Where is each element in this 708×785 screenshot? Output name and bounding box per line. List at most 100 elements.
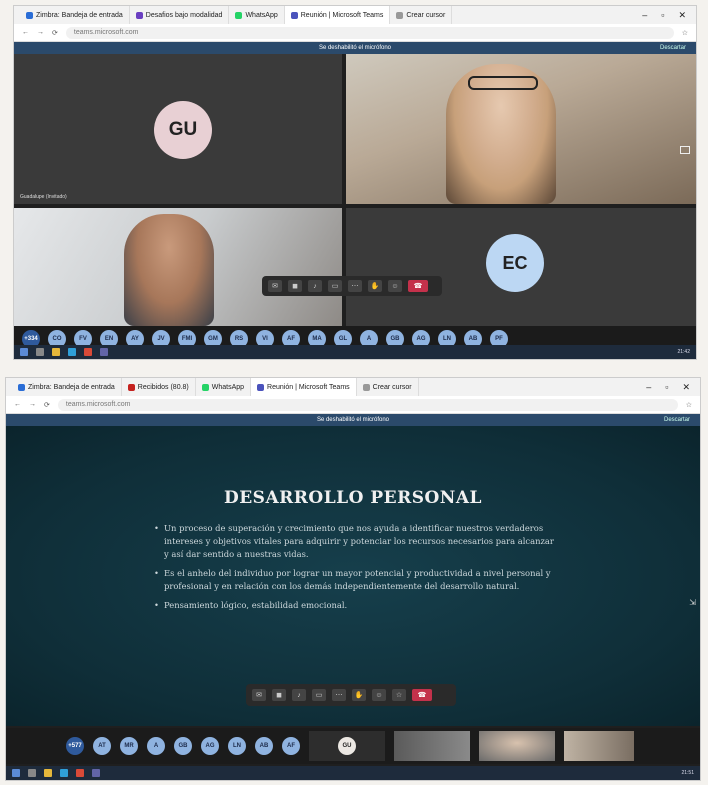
share-icon[interactable]: ▭ — [328, 280, 342, 292]
start-icon[interactable] — [12, 769, 20, 777]
close-icon[interactable]: ✕ — [682, 382, 690, 393]
meeting-toolbar: ✉ ◼ ♪ ▭ ⋯ ✋ ☺ ☎ — [262, 276, 442, 296]
browser-tab-active[interactable]: Reunión | Microsoft Teams — [251, 378, 357, 396]
back-icon[interactable]: ← — [22, 29, 29, 36]
window-controls: – ▫ ✕ — [642, 10, 696, 21]
participant-chip[interactable]: GB — [174, 737, 192, 755]
taskbar-clock: 21:51 — [681, 770, 694, 776]
teams-icon — [257, 383, 265, 391]
teams-icon — [290, 11, 298, 19]
chat-icon[interactable]: ✉ — [268, 280, 282, 292]
browser-tab[interactable]: Crear cursor — [357, 378, 419, 396]
teams-icon[interactable] — [92, 769, 100, 777]
raise-hand-icon[interactable]: ✋ — [368, 280, 382, 292]
participant-chip[interactable]: MR — [120, 737, 138, 755]
participant-video — [124, 214, 214, 326]
close-icon[interactable]: ✕ — [678, 10, 686, 21]
expand-icon[interactable]: ⇲ — [689, 598, 696, 607]
chat-icon[interactable]: ✉ — [252, 689, 266, 701]
avatar: GU — [154, 101, 212, 159]
share-icon[interactable]: ▭ — [312, 689, 326, 701]
camera-icon[interactable]: ◼ — [288, 280, 302, 292]
participant-chip[interactable]: AT — [93, 737, 111, 755]
minimize-icon[interactable]: – — [642, 10, 647, 21]
self-view-tile[interactable]: GU — [309, 731, 385, 761]
mic-disabled-banner: Se deshabilitó el micrófono Descartar — [6, 414, 700, 426]
hang-up-button[interactable]: ☎ — [412, 689, 432, 701]
browser-tab[interactable]: Desafios bajo modalidad — [130, 6, 230, 24]
participants-icon[interactable]: ☺ — [388, 280, 402, 292]
browser-tab[interactable]: WhatsApp — [196, 378, 252, 396]
participant-name: Guadalupe (Invitado) — [20, 194, 67, 200]
minimize-icon[interactable]: – — [646, 382, 651, 393]
tab-icon — [396, 11, 404, 19]
back-icon[interactable]: ← — [14, 401, 21, 408]
participant-video-thumbnail[interactable] — [479, 731, 555, 761]
browser-tab-active[interactable]: Reunión | Microsoft Teams — [284, 6, 391, 24]
hang-up-button[interactable]: ☎ — [408, 280, 428, 292]
participant-video-thumbnail[interactable] — [394, 731, 470, 761]
maximize-icon[interactable]: ▫ — [661, 10, 664, 21]
file-explorer-icon[interactable] — [44, 769, 52, 777]
microphone-icon[interactable]: ♪ — [292, 689, 306, 701]
chrome-icon[interactable] — [84, 348, 92, 356]
url-field[interactable]: teams.microsoft.com — [57, 398, 678, 411]
file-explorer-icon[interactable] — [52, 348, 60, 356]
url-field[interactable]: teams.microsoft.com — [65, 26, 674, 39]
reload-icon[interactable]: ⟳ — [44, 401, 50, 409]
maximize-icon[interactable]: ▫ — [665, 382, 668, 393]
edge-icon[interactable] — [68, 348, 76, 356]
participant-chip[interactable]: LN — [228, 737, 246, 755]
browser-tab[interactable]: WhatsApp — [229, 6, 285, 24]
participant-video-tile[interactable] — [14, 208, 342, 326]
participants-icon[interactable]: ☺ — [372, 689, 386, 701]
camera-icon[interactable]: ◼ — [272, 689, 286, 701]
browser-tab[interactable]: Recibidos (80.8) — [122, 378, 196, 396]
star-icon[interactable]: ☆ — [686, 401, 692, 409]
participant-video-tile[interactable] — [346, 54, 696, 204]
search-icon[interactable] — [36, 348, 44, 356]
more-icon[interactable]: ⋯ — [348, 280, 362, 292]
start-icon[interactable] — [20, 348, 28, 356]
forward-icon[interactable]: → — [37, 29, 44, 36]
star-icon[interactable]: ☆ — [682, 29, 688, 37]
dismiss-link[interactable]: Descartar — [660, 42, 686, 54]
reload-icon[interactable]: ⟳ — [52, 29, 58, 37]
gmail-icon — [127, 383, 135, 391]
dismiss-link[interactable]: Descartar — [664, 414, 690, 426]
reactions-icon[interactable]: ☆ — [392, 689, 406, 701]
windows-taskbar: 21:42 — [14, 345, 696, 359]
taskbar-clock: 21:42 — [677, 349, 690, 355]
browser-tab[interactable]: Crear cursor — [390, 6, 453, 24]
participant-chip[interactable]: AF — [282, 737, 300, 755]
slide-bullet: Es el anhelo del individuo por lograr un… — [154, 567, 554, 593]
participant-tile[interactable]: GU Guadalupe (Invitado) — [14, 54, 342, 204]
teams-presentation-screenshot: Zimbra: Bandeja de entrada Recibidos (80… — [6, 378, 700, 780]
slide-title: DESARROLLO PERSONAL — [223, 488, 482, 508]
edge-icon[interactable] — [60, 769, 68, 777]
browser-tab[interactable]: Zimbra: Bandeja de entrada — [12, 378, 122, 396]
meeting-toolbar: ✉ ◼ ♪ ▭ ⋯ ✋ ☺ ☆ ☎ — [246, 684, 456, 706]
participant-video-thumbnail[interactable] — [564, 731, 634, 761]
participant-chip[interactable]: AG — [201, 737, 219, 755]
chrome-icon[interactable] — [76, 769, 84, 777]
participant-chip[interactable]: A — [147, 737, 165, 755]
participant-chip[interactable]: +577 — [66, 737, 84, 755]
raise-hand-icon[interactable]: ✋ — [352, 689, 366, 701]
more-icon[interactable]: ⋯ — [332, 689, 346, 701]
whatsapp-icon — [201, 383, 209, 391]
browser-tab[interactable]: Zimbra: Bandeja de entrada — [20, 6, 130, 24]
tab-icon — [135, 11, 143, 19]
slide-bullet: Un proceso de superación y crecimiento q… — [154, 522, 554, 561]
teams-icon[interactable] — [100, 348, 108, 356]
search-icon[interactable] — [28, 769, 36, 777]
forward-icon[interactable]: → — [29, 401, 36, 408]
tab-icon — [362, 383, 370, 391]
teams-gallery-screenshot: Zimbra: Bandeja de entrada Desafios bajo… — [14, 6, 696, 359]
expand-icon[interactable] — [680, 146, 690, 154]
whatsapp-icon — [235, 11, 243, 19]
participant-chip[interactable]: AB — [255, 737, 273, 755]
microphone-icon[interactable]: ♪ — [308, 280, 322, 292]
mic-disabled-banner: Se deshabilitó el micrófono Descartar — [14, 42, 696, 54]
participant-tile[interactable]: EC — [346, 208, 696, 326]
